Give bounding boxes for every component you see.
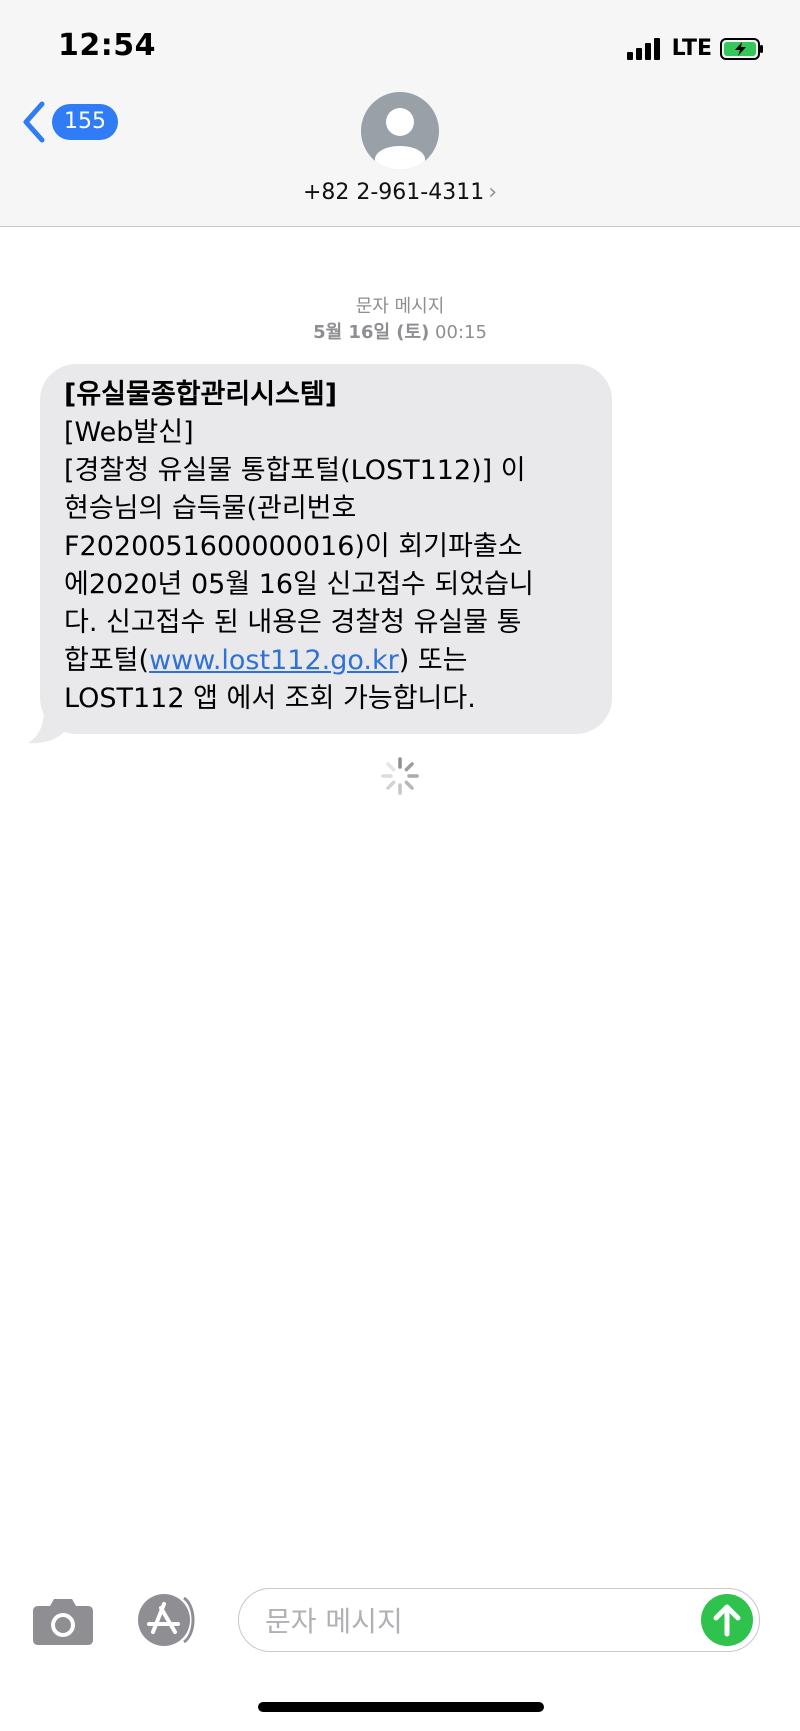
loading-spinner-icon	[381, 757, 419, 795]
network-label: LTE	[671, 36, 712, 61]
battery-icon	[720, 37, 763, 60]
message-line-link: 합포털(www.lost112.go.kr) 또는	[64, 642, 592, 680]
send-button[interactable]	[701, 1594, 753, 1646]
message-composer[interactable]	[238, 1588, 760, 1652]
message-bubble[interactable]: [유실물종합관리시스템] [Web발신] [경찰청 유실물 통합포털(LOST1…	[40, 364, 612, 734]
service-label: 문자 메시지	[355, 296, 445, 317]
unread-count-badge: 155	[52, 104, 118, 140]
contact-number: +82 2-961-4311	[302, 180, 485, 205]
back-button[interactable]: 155	[20, 100, 118, 144]
message-line: 에2020년 05월 16일 신고접수 되었습니	[64, 569, 534, 600]
contact-avatar[interactable]	[361, 92, 439, 170]
message-date: 5월 16일 (토)	[313, 322, 430, 343]
link-suffix: ) 또는	[398, 645, 468, 676]
home-indicator[interactable]	[258, 1702, 544, 1712]
chevron-left-icon	[23, 101, 45, 143]
message-time: 00:15	[435, 322, 487, 343]
status-time: 12:54	[58, 28, 156, 63]
message-timestamp: 문자 메시지 5월 16일 (토) 00:15	[0, 294, 800, 346]
link-prefix: 합포털(	[64, 645, 150, 676]
lost112-link[interactable]: www.lost112.go.kr	[149, 645, 399, 676]
message-line: [경찰청 유실물 통합포털(LOST112)] 이	[64, 455, 526, 486]
message-title: [유실물종합관리시스템]	[64, 379, 338, 410]
person-icon	[375, 108, 425, 170]
status-indicators: LTE	[626, 36, 764, 61]
message-input[interactable]	[263, 1597, 687, 1645]
message-line: [Web발신]	[64, 417, 194, 448]
message-line: F2020051600000016)이 회기파출소	[64, 531, 523, 562]
message-line: 다. 신고접수 된 내용은 경찰청 유실물 통	[64, 607, 522, 638]
camera-icon[interactable]	[32, 1594, 94, 1646]
arrow-up-icon	[713, 1604, 741, 1637]
app-store-icon[interactable]	[134, 1592, 204, 1648]
signal-icon	[626, 37, 660, 60]
contact-name[interactable]: +82 2-961-4311 ›	[0, 180, 800, 205]
message-line: LOST112 앱 에서 조회 가능합니다.	[64, 683, 476, 714]
chevron-right-icon: ›	[488, 180, 498, 205]
conversation-header: 12:54 LTE 155 +82 2-961-4311 ›	[0, 0, 800, 227]
message-line: 현승님의 습득물(관리번호	[64, 493, 357, 524]
